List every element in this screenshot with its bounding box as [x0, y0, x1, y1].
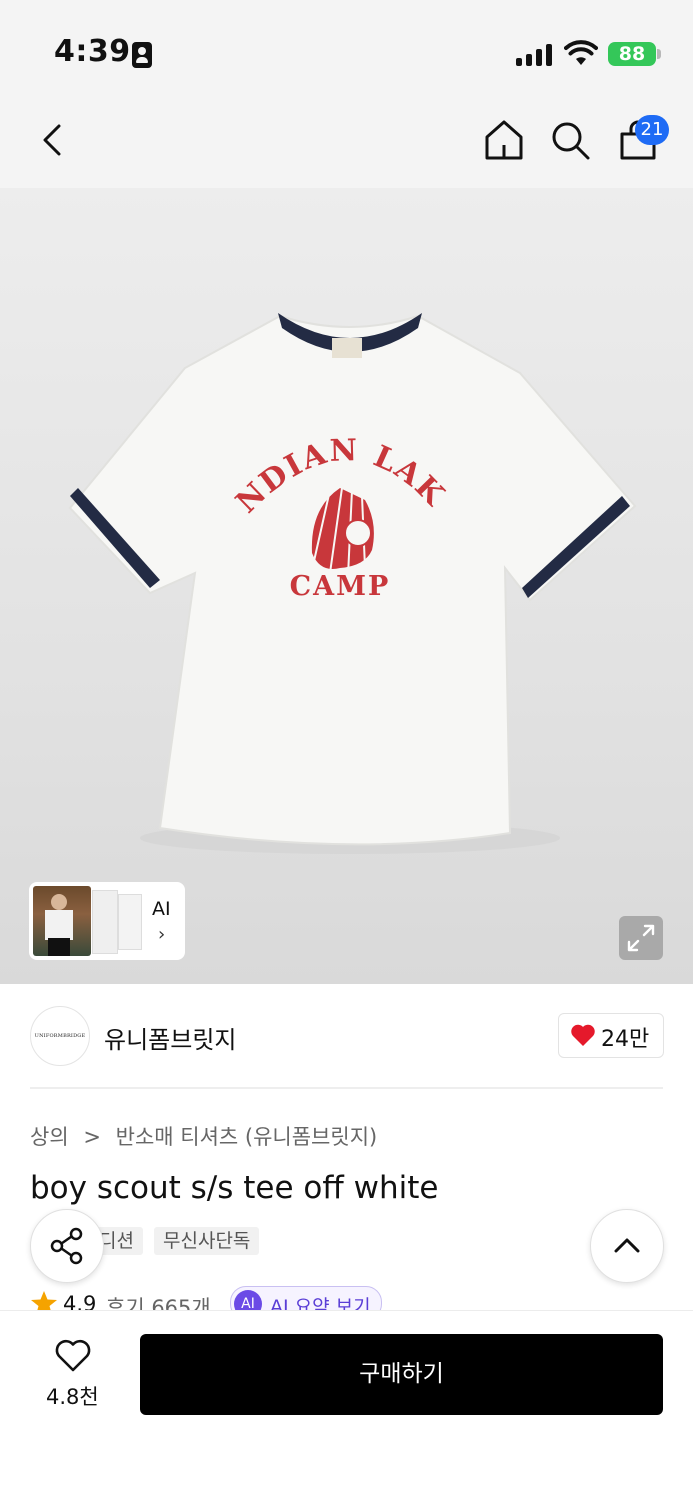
ai-label: AI — [152, 898, 171, 920]
search-icon[interactable] — [548, 118, 592, 162]
ai-badge-icon: AI — [234, 1290, 262, 1310]
cellular-signal-icon — [516, 44, 554, 66]
wishlist-count: 4.8천 — [46, 1385, 99, 1409]
buy-button[interactable]: 구매하기 — [140, 1334, 663, 1415]
chevron-right-icon: › — [158, 924, 166, 945]
star-icon — [31, 1291, 57, 1310]
brand-name[interactable]: 유니폼브릿지 — [104, 1020, 236, 1055]
status-time: 4:39 — [54, 34, 131, 69]
expand-icon[interactable] — [619, 916, 663, 960]
breadcrumb[interactable]: 상의 > 반소매 티셔츠 (유니폼브릿지) — [30, 1121, 377, 1151]
battery-indicator: 88 — [608, 42, 656, 66]
brand-like-count: 24만 — [601, 1027, 650, 1052]
product-title: boy scout s/s tee off white — [30, 1170, 439, 1206]
back-arrow-icon[interactable] — [30, 118, 74, 162]
print-camp-text: CAMP — [290, 571, 391, 602]
home-icon[interactable] — [482, 118, 526, 162]
cart-count-badge: 21 — [635, 115, 669, 145]
breadcrumb-separator: > — [83, 1125, 101, 1149]
rating-score: 4.9 — [63, 1292, 97, 1310]
contact-card-icon — [132, 42, 152, 68]
divider — [30, 1087, 663, 1089]
tee-thumbnail — [118, 894, 142, 950]
battery-tip — [657, 49, 661, 59]
product-image[interactable]: INDIAN LAKE CAMP — [0, 188, 693, 984]
tshirt-illustration: INDIAN LAKE CAMP — [0, 188, 637, 854]
ai-summary-link[interactable]: AI 요약 보기 — [270, 1292, 371, 1310]
product-tag: 무신사단독 — [154, 1227, 260, 1255]
breadcrumb-category[interactable]: 상의 — [30, 1125, 69, 1149]
brand-logo[interactable]: UNIFORMBRIDGE — [30, 1006, 90, 1066]
wifi-icon — [564, 40, 598, 65]
model-photo-thumbnail — [33, 886, 91, 956]
review-count[interactable]: 후기 665개 — [106, 1292, 211, 1310]
rating-row[interactable]: 4.9 후기 665개 AI AI 요약 보기 — [30, 1286, 430, 1310]
share-icon[interactable] — [30, 1209, 104, 1283]
scroll-to-top-chevron-up-icon[interactable] — [590, 1209, 664, 1283]
heart-outline-icon[interactable] — [54, 1338, 92, 1374]
breadcrumb-subcategory[interactable]: 반소매 티셔츠 (유니폼브릿지) — [116, 1125, 378, 1149]
tee-thumbnail — [92, 890, 118, 954]
heart-filled-icon — [571, 1024, 595, 1046]
